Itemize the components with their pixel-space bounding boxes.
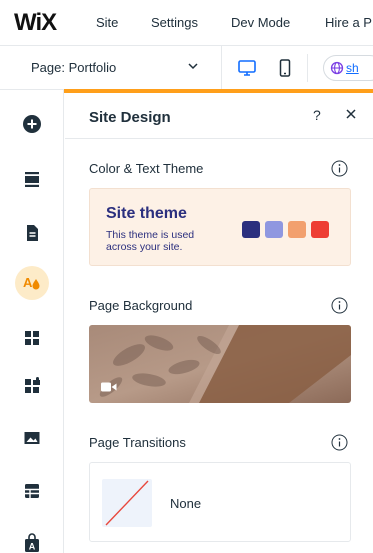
background-image [89,325,351,403]
color-swatch [242,221,260,238]
page-selector[interactable]: Page: Portfolio [0,46,222,90]
page-transitions-title: Page Transitions [89,435,186,450]
desktop-view-button[interactable] [234,55,260,81]
sidebar-item-media[interactable] [15,421,49,455]
video-icon [101,382,117,392]
sidebar-item-app-market[interactable] [15,369,49,403]
sidebar-item-site-design[interactable]: A [15,266,49,300]
toolbar-divider [307,54,308,82]
menu-site[interactable]: Site [96,15,118,30]
close-icon[interactable] [344,107,358,121]
top-menu-bar: WiX Site Settings Dev Mode Hire a P [0,0,373,46]
panel-header: Site Design ? [65,93,373,139]
menu-hire-a-professional[interactable]: Hire a P [325,15,372,30]
sidebar-item-apps[interactable] [15,321,49,355]
transition-none-thumbnail [102,479,152,527]
desktop-icon [238,60,256,76]
color-swatch [288,221,306,238]
sidebar-item-add[interactable] [15,107,49,141]
sidebar-item-pages[interactable] [15,216,49,250]
left-sidebar: A A [0,90,64,553]
chevron-down-icon [188,63,198,70]
theme-name: Site theme [106,205,187,222]
color-swatch [311,221,329,238]
page-transition-option[interactable]: None [89,462,351,542]
svg-text:A: A [29,542,36,552]
panel-title: Site Design [89,109,171,126]
cms-icon [25,484,39,498]
mobile-icon [279,59,291,77]
site-url-text: sh [346,61,359,75]
sidebar-item-cms[interactable] [15,474,49,508]
menu-settings[interactable]: Settings [151,15,198,30]
page-selector-label: Page: Portfolio [31,60,117,75]
sidebar-item-business-tools[interactable]: A [15,526,49,553]
svg-text:A: A [23,275,33,290]
add-icon [23,115,41,133]
transition-label: None [170,496,202,511]
site-theme-card[interactable]: Site theme This theme is used across you… [89,188,351,266]
site-design-icon: A [23,275,40,290]
info-icon[interactable] [331,297,348,314]
info-icon[interactable] [331,434,348,451]
page-toolbar: Page: Portfolio sh [0,46,373,90]
site-design-panel: Site Design ? Color & Text Theme Site th… [65,93,373,553]
sections-icon [25,172,39,187]
info-icon[interactable] [331,160,348,177]
color-swatch [265,221,283,238]
sidebar-item-sections[interactable] [15,162,49,196]
globe-icon [330,61,344,75]
business-tools-icon: A [25,533,39,552]
theme-description: This theme is used across your site. [106,229,195,253]
menu-dev-mode[interactable]: Dev Mode [231,15,290,30]
apps-icon [25,331,39,345]
app-market-icon [25,377,40,393]
wix-logo[interactable]: WiX [14,9,57,37]
media-icon [24,432,40,444]
page-background-preview[interactable] [89,325,351,403]
pages-icon [27,225,38,241]
color-text-theme-title: Color & Text Theme [89,161,204,176]
site-url-button[interactable]: sh [323,55,373,81]
help-button[interactable]: ? [313,107,321,123]
mobile-view-button[interactable] [272,55,298,81]
no-transition-icon [105,480,149,526]
page-background-title: Page Background [89,298,193,313]
